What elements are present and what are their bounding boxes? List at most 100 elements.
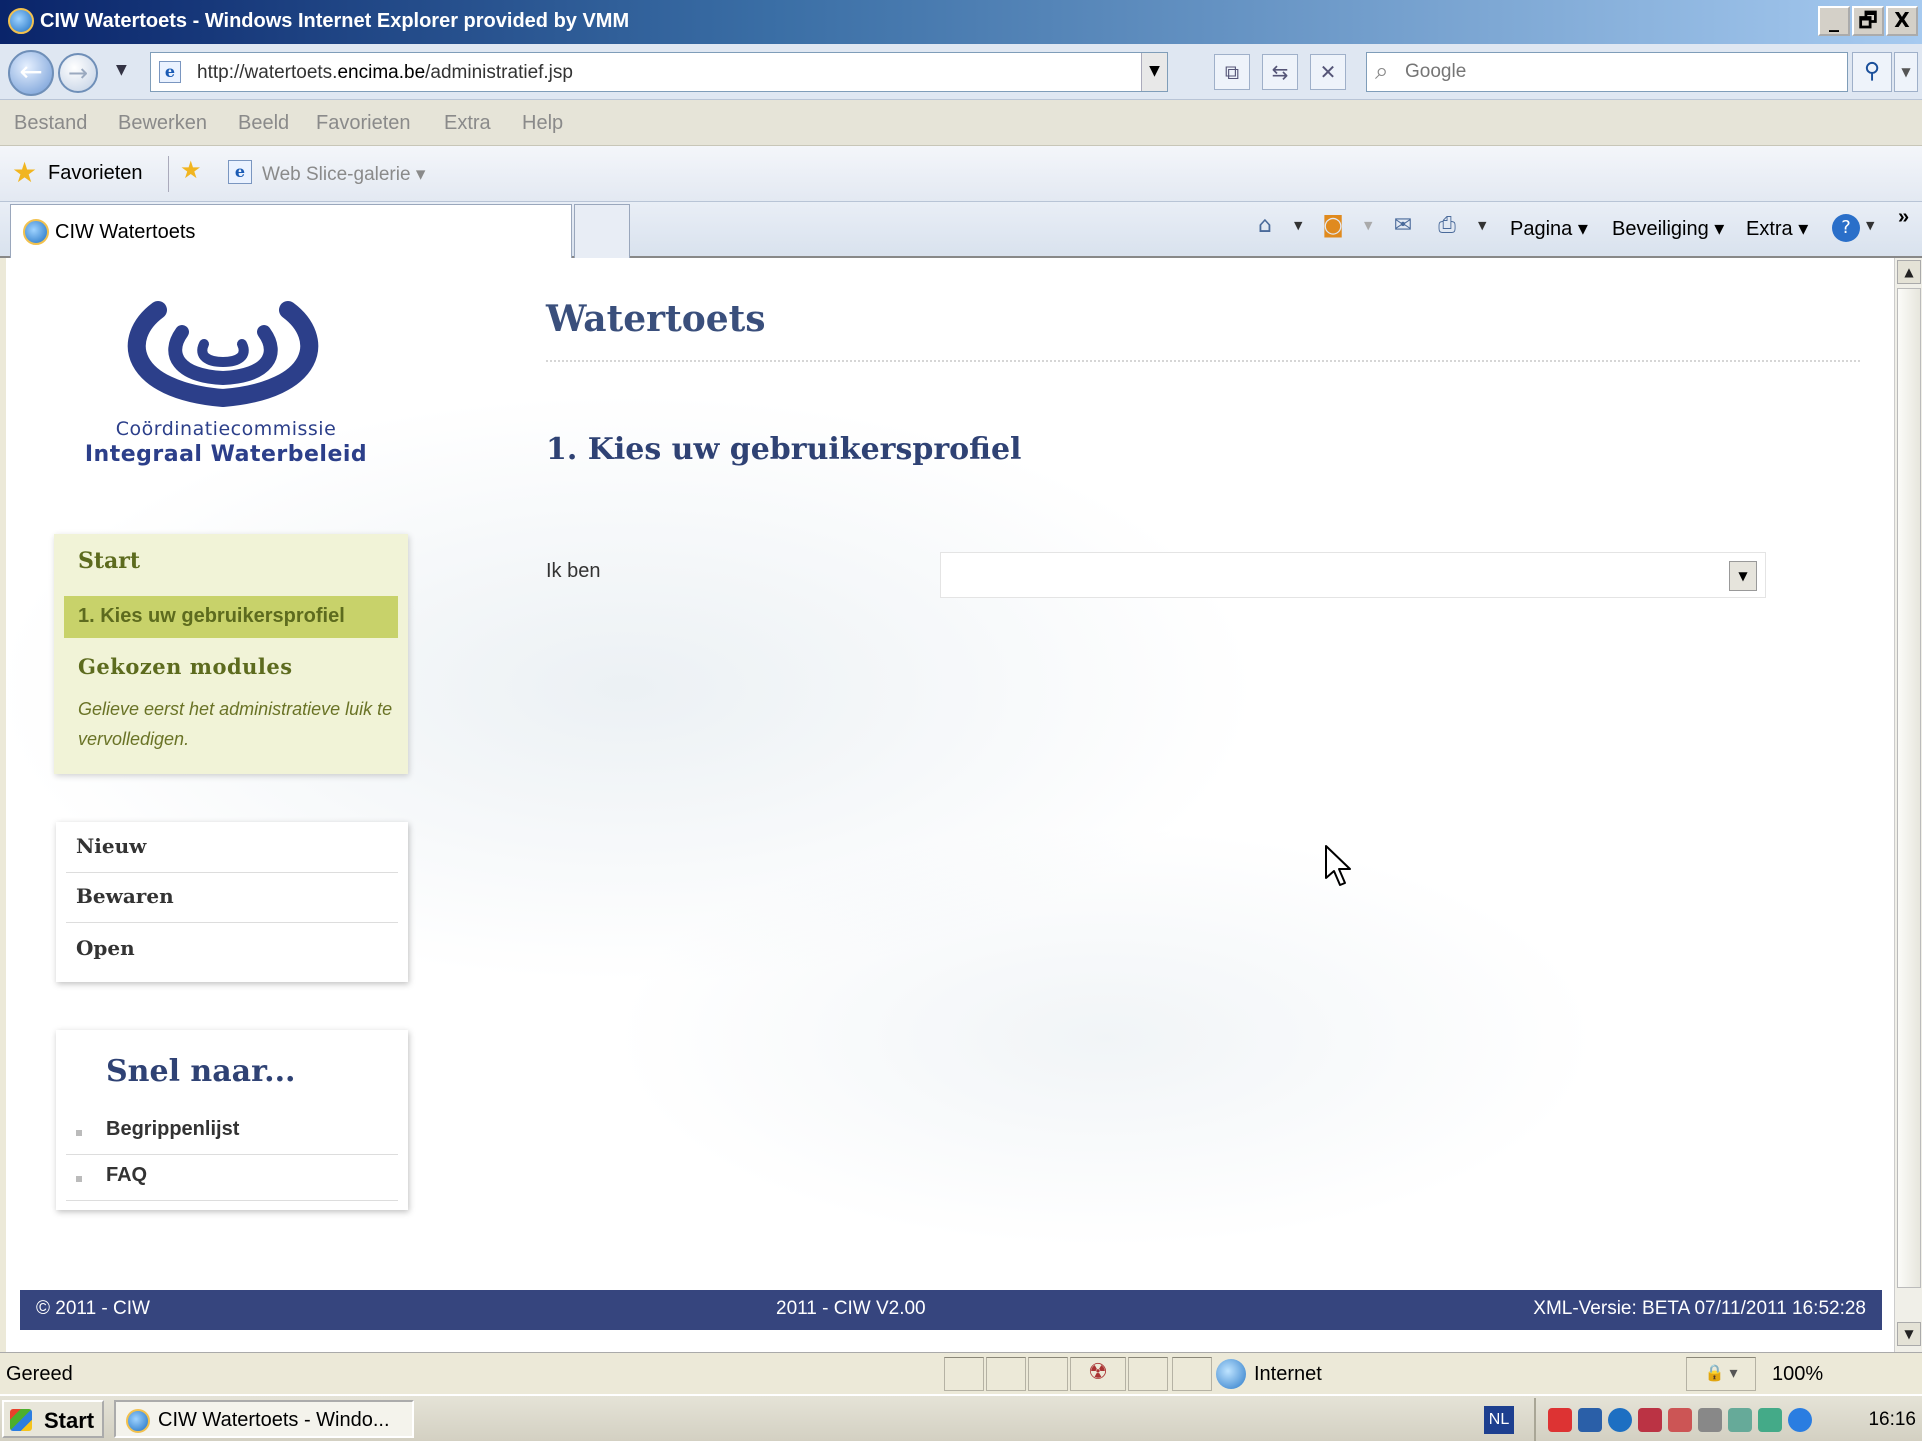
- footer-version: 2011 - CIW V2.00: [776, 1298, 926, 1319]
- ciw-logo-icon: [127, 301, 319, 408]
- web-slice-icon: e: [228, 160, 252, 184]
- status-text: Gereed: [6, 1363, 73, 1385]
- privacy-icon[interactable]: ☢: [1070, 1357, 1126, 1391]
- home-dropdown-icon[interactable]: ▼: [1294, 219, 1302, 232]
- internet-zone-icon: [1216, 1359, 1246, 1389]
- history-dropdown-icon[interactable]: ▼: [116, 62, 127, 78]
- faq-link[interactable]: FAQ: [106, 1164, 147, 1187]
- pagina-menu[interactable]: Pagina ▾: [1510, 216, 1588, 241]
- search-input[interactable]: [1405, 59, 1825, 85]
- print-dropdown-icon[interactable]: ▼: [1478, 219, 1486, 232]
- nieuw-link[interactable]: Nieuw: [76, 834, 146, 858]
- address-dropdown-icon[interactable]: ▼: [1141, 53, 1167, 91]
- logo-line-2: Integraal Waterbeleid: [84, 442, 368, 467]
- antivirus-icon[interactable]: [1548, 1408, 1572, 1432]
- beveiliging-menu[interactable]: Beveiliging ▾: [1612, 216, 1724, 241]
- status-cell: [1028, 1357, 1068, 1391]
- stop-icon[interactable]: ✕: [1310, 54, 1346, 90]
- page-icon: e: [159, 61, 181, 83]
- bullet-icon: [76, 1176, 82, 1182]
- search-box[interactable]: ⌕: [1366, 52, 1848, 92]
- open-link[interactable]: Open: [76, 936, 135, 960]
- logo-text: Coördinatiecommissie Integraal Waterbele…: [46, 418, 406, 467]
- start-button[interactable]: Start: [2, 1400, 104, 1438]
- minimize-button[interactable]: _: [1818, 6, 1850, 36]
- favorites-star-icon[interactable]: ★: [12, 156, 37, 189]
- logo-line-1: Coördinatiecommissie: [115, 418, 337, 440]
- update-icon[interactable]: [1758, 1408, 1782, 1432]
- step-active-label: 1. Kies uw gebruikersprofiel: [78, 605, 345, 627]
- address-bar[interactable]: e http://watertoets.encima.be/administra…: [150, 52, 1168, 92]
- menu-bestand[interactable]: Bestand: [14, 112, 87, 135]
- footer-xml-version: XML-Versie: BETA 07/11/2011 16:52:28: [1533, 1298, 1866, 1319]
- menu-help[interactable]: Help: [522, 112, 563, 135]
- url-text[interactable]: http://watertoets.encima.be/administrati…: [197, 62, 573, 84]
- home-icon[interactable]: ⌂: [1250, 212, 1280, 242]
- modules-note: Gelieve eerst het administratieve luik t…: [78, 699, 393, 749]
- help-icon[interactable]: ?: [1832, 214, 1860, 242]
- menu-beeld[interactable]: Beeld: [238, 112, 289, 135]
- menu-favorieten[interactable]: Favorieten: [316, 112, 411, 135]
- sync-icon[interactable]: [1638, 1408, 1662, 1432]
- menu-extra[interactable]: Extra: [444, 112, 491, 135]
- protected-mode-icon[interactable]: 🔒 ▾: [1686, 1357, 1756, 1391]
- profile-select[interactable]: ▼: [940, 552, 1766, 598]
- scroll-thumb[interactable]: [1897, 288, 1921, 1288]
- search-options-icon[interactable]: ▼: [1894, 52, 1918, 92]
- disconnected-network-icon[interactable]: [1668, 1408, 1692, 1432]
- forward-button[interactable]: →: [58, 53, 98, 93]
- step-active-item[interactable]: 1. Kies uw gebruikersprofiel: [64, 596, 398, 638]
- quick-links-panel: Snel naar... Begrippenlijst FAQ: [56, 1030, 408, 1210]
- close-button[interactable]: X: [1886, 6, 1918, 36]
- page-title: Watertoets: [546, 298, 766, 340]
- taskbar-item-ie[interactable]: CIW Watertoets - Windo...: [114, 1400, 414, 1438]
- mail-icon[interactable]: ✉: [1388, 212, 1418, 242]
- step-start[interactable]: Start: [78, 548, 140, 574]
- web-slice-gallery-link[interactable]: Web Slice-galerie ▾: [262, 163, 425, 186]
- bullet-icon: [76, 1130, 82, 1136]
- more-commands-icon[interactable]: »: [1898, 206, 1909, 229]
- ie-icon: [8, 8, 34, 34]
- divider: [66, 872, 398, 873]
- zoom-level[interactable]: 100%: [1772, 1363, 1823, 1386]
- menu-bewerken[interactable]: Bewerken: [118, 112, 207, 135]
- tab-row: CIW Watertoets ⌂ ▼ ◙ ▼ ✉ ⎙ ▼ Pagina ▾ Be…: [0, 202, 1922, 258]
- actions-panel: Nieuw Bewaren Open: [56, 822, 408, 982]
- begrippenlijst-link[interactable]: Begrippenlijst: [106, 1118, 239, 1141]
- start-label: Start: [44, 1408, 95, 1433]
- scroll-down-icon[interactable]: ▼: [1897, 1322, 1921, 1346]
- globe-icon[interactable]: [1788, 1408, 1812, 1432]
- back-button[interactable]: ←: [8, 50, 54, 96]
- network-icon[interactable]: [1608, 1408, 1632, 1432]
- vpn-icon[interactable]: [1578, 1408, 1602, 1432]
- refresh-icon[interactable]: ⇆: [1262, 54, 1298, 90]
- language-indicator[interactable]: NL: [1484, 1406, 1514, 1434]
- tab-ciw-watertoets[interactable]: CIW Watertoets: [10, 204, 572, 258]
- compatibility-view-icon[interactable]: ⧉: [1214, 54, 1250, 90]
- favorites-bar: ★ Favorieten ★ e Web Slice-galerie ▾: [0, 146, 1922, 202]
- restore-button[interactable]: 🗗: [1852, 6, 1884, 36]
- chevron-down-icon[interactable]: ▼: [1729, 561, 1757, 591]
- scroll-up-icon[interactable]: ▲: [1897, 260, 1921, 284]
- steps-panel: Start 1. Kies uw gebruikersprofiel Gekoz…: [54, 534, 408, 774]
- step-heading: 1. Kies uw gebruikersprofiel: [546, 432, 1022, 467]
- status-cell: [986, 1357, 1026, 1391]
- help-dropdown-icon[interactable]: ▼: [1866, 219, 1874, 232]
- display-icon[interactable]: [1698, 1408, 1722, 1432]
- add-favorite-icon[interactable]: ★: [180, 156, 202, 184]
- new-tab-button[interactable]: [574, 204, 630, 258]
- vertical-scrollbar[interactable]: ▲ ▼: [1894, 258, 1922, 1352]
- clock[interactable]: 16:16: [1868, 1409, 1916, 1431]
- feeds-icon[interactable]: ◙: [1318, 212, 1348, 242]
- feeds-dropdown-icon[interactable]: ▼: [1364, 219, 1372, 232]
- bewaren-link[interactable]: Bewaren: [76, 884, 174, 908]
- status-cell: [1172, 1357, 1212, 1391]
- search-icon[interactable]: ⚲: [1852, 52, 1892, 92]
- status-bar: Gereed ☢ Internet 🔒 ▾ 100%: [0, 1352, 1922, 1394]
- print-icon[interactable]: ⎙: [1432, 212, 1462, 242]
- ie-tab-icon: [23, 219, 49, 245]
- browser-window: CIW Watertoets - Windows Internet Explor…: [0, 0, 1922, 1441]
- extra-menu[interactable]: Extra ▾: [1746, 216, 1808, 241]
- security-center-icon[interactable]: [1728, 1408, 1752, 1432]
- favorites-button[interactable]: Favorieten: [48, 162, 143, 185]
